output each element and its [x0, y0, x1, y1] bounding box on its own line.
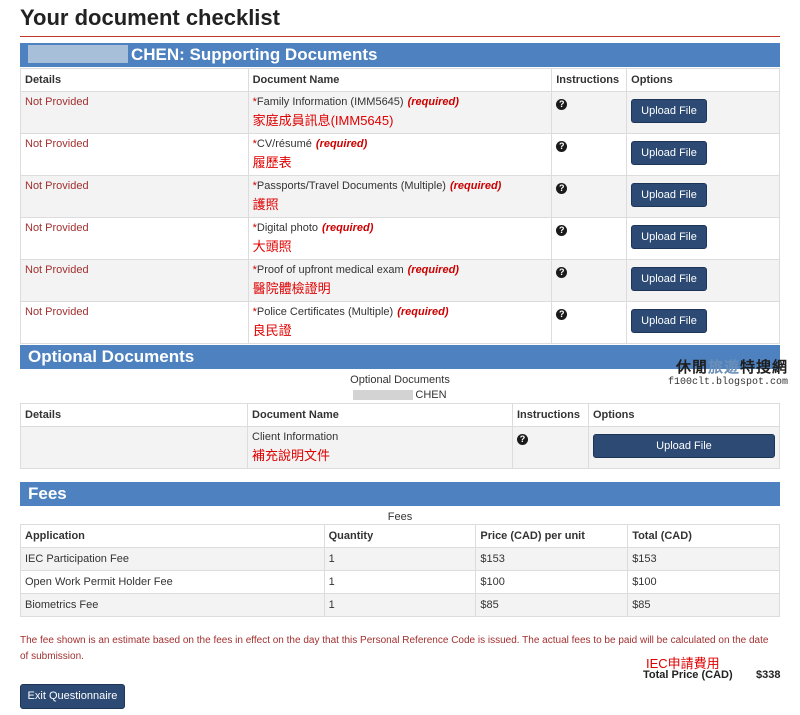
column-header-document-name: Document Name [247, 403, 513, 427]
document-status: Not Provided [25, 222, 89, 234]
question-circle-icon[interactable]: ? [556, 99, 568, 110]
required-flag: (required) [315, 138, 368, 150]
question-circle-icon[interactable]: ? [517, 434, 528, 445]
column-header-options: Options [587, 403, 781, 427]
fee-application: Open Work Permit Holder Fee [20, 570, 325, 594]
upload-file-button[interactable]: Upload File [631, 141, 707, 165]
column-header-details: Details [20, 68, 249, 92]
optional-header-label: Optional Documents [28, 347, 195, 366]
question-circle-icon[interactable]: ? [556, 267, 568, 278]
fee-application: Biometrics Fee [20, 593, 325, 617]
table-row: Not Provided *Digital photo (required) 大頭照… [20, 217, 780, 260]
document-status: Not Provided [25, 180, 89, 192]
upload-file-button[interactable]: Upload File [631, 183, 707, 207]
question-circle-icon[interactable]: ? [556, 309, 568, 320]
upload-file-button[interactable]: Upload File [631, 267, 707, 291]
fee-price: $85 [475, 593, 629, 617]
document-status: Not Provided [25, 264, 89, 276]
fee-quantity: 1 [323, 593, 477, 617]
column-header-options: Options [626, 68, 780, 92]
column-header-instructions: Instructions [551, 68, 628, 92]
optional-documents-table: Details Document Name Instructions Optio… [19, 403, 781, 469]
chinese-annotation: 補充說明文件 [252, 448, 331, 463]
title-divider [20, 36, 780, 37]
required-flag: (required) [397, 306, 449, 318]
fee-application: IEC Participation Fee [20, 547, 325, 571]
table-row: Not Provided *Proof of upfront medical e… [20, 259, 780, 302]
chinese-annotation: 大頭照 [252, 239, 292, 254]
fee-total: $85 [627, 593, 780, 617]
total-price-label: Total Price (CAD) [643, 669, 733, 681]
column-header-instructions: Instructions [512, 403, 589, 427]
upload-file-button[interactable]: Upload File [631, 99, 707, 123]
exit-questionnaire-button[interactable]: Exit Questionnaire [20, 684, 125, 709]
question-circle-icon[interactable]: ? [556, 225, 568, 236]
table-row: Client Information 補充說明文件 ? Upload File [19, 426, 781, 469]
fee-row: Biometrics Fee 1 $85 $85 [20, 593, 780, 617]
total-price-value: $338 [756, 669, 781, 681]
supporting-documents-header: CHEN: Supporting Documents [20, 43, 780, 67]
fees-header: Fees [20, 482, 780, 506]
chinese-annotation: 履歷表 [252, 155, 292, 170]
column-header-details: Details [19, 403, 249, 427]
supporting-header-label: CHEN: Supporting Documents [131, 45, 378, 64]
question-circle-icon[interactable]: ? [556, 141, 568, 152]
optional-table-caption: Optional Documents [350, 374, 450, 386]
upload-file-button[interactable]: Upload File [631, 309, 707, 333]
optional-caption-name: CHEN [20, 389, 780, 401]
document-status: Not Provided [25, 96, 89, 108]
document-name: Passports/Travel Documents (Multiple) [256, 180, 446, 192]
chinese-annotation: 良民證 [252, 323, 292, 338]
column-header-total: Total (CAD) [627, 524, 780, 548]
table-row: Not Provided *Police Certificates (Multi… [20, 301, 780, 344]
document-name: Digital photo [256, 222, 319, 234]
fees-table-caption: Fees [387, 511, 413, 523]
redacted-name-block [353, 390, 414, 401]
fee-price: $100 [475, 570, 629, 594]
chinese-annotation: 護照 [252, 197, 279, 212]
fee-row: IEC Participation Fee 1 $153 $153 [20, 547, 780, 571]
fee-row: Open Work Permit Holder Fee 1 $100 $100 [20, 570, 780, 594]
column-header-document-name: Document Name [247, 68, 553, 92]
optional-documents-header: Optional Documents [20, 345, 780, 369]
document-name: Proof of upfront medical exam [256, 264, 404, 276]
table-row: Not Provided *Family Information (IMM564… [20, 91, 780, 134]
upload-file-button[interactable]: Upload File [631, 225, 707, 249]
chinese-annotation: 家庭成員訊息(IMM5645) [252, 113, 394, 128]
document-name: Family Information (IMM5645) [256, 96, 404, 108]
table-header-row: Application Quantity Price (CAD) per uni… [20, 524, 780, 548]
chinese-annotation: 醫院體檢證明 [252, 281, 331, 296]
redacted-name-block [28, 45, 128, 64]
fees-header-label: Fees [28, 484, 67, 503]
document-name: Police Certificates (Multiple) [256, 306, 394, 318]
required-flag: (required) [407, 96, 459, 108]
page-title: Your document checklist [20, 5, 280, 30]
fee-total: $153 [627, 547, 780, 571]
column-header-application: Application [20, 524, 325, 548]
table-row: Not Provided *Passports/Travel Documents… [20, 175, 780, 218]
fee-price: $153 [475, 547, 629, 571]
fees-table: Application Quantity Price (CAD) per uni… [20, 524, 780, 617]
fee-quantity: 1 [323, 547, 477, 571]
supporting-documents-table: Details Document Name Instructions Optio… [20, 68, 780, 344]
question-circle-icon[interactable]: ? [556, 183, 568, 194]
table-header-row: Details Document Name Instructions Optio… [20, 68, 780, 92]
table-row: Not Provided *CV/résumé (required) 履歷表 ? U… [20, 133, 780, 176]
table-header-row: Details Document Name Instructions Optio… [19, 403, 781, 427]
upload-file-button[interactable]: Upload File [592, 434, 775, 458]
document-name: Client Information [252, 431, 339, 443]
column-header-quantity: Quantity [323, 524, 477, 548]
fee-quantity: 1 [323, 570, 477, 594]
document-status: Not Provided [25, 306, 89, 318]
document-status: Not Provided [25, 138, 89, 150]
column-header-price: Price (CAD) per unit [475, 524, 629, 548]
document-name: CV/résumé [256, 138, 312, 150]
fee-total: $100 [627, 570, 780, 594]
required-flag: (required) [449, 180, 502, 192]
required-flag: (required) [322, 222, 374, 234]
required-flag: (required) [407, 264, 459, 276]
